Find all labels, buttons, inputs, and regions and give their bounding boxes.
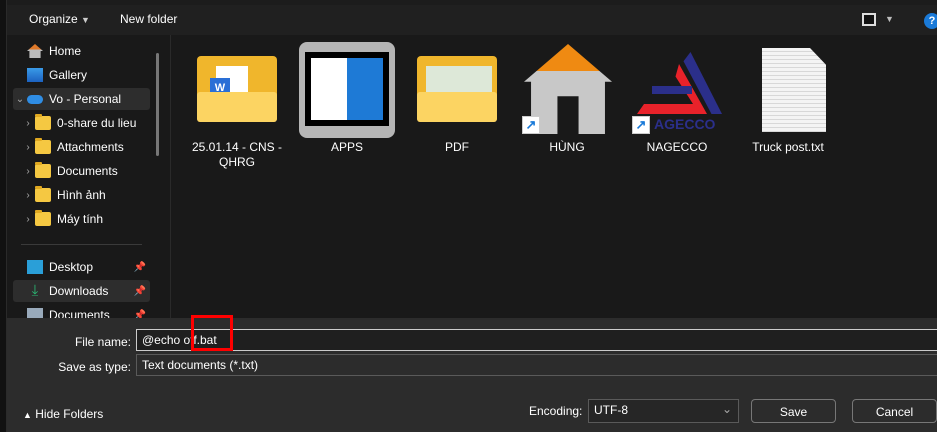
sidebar-item-label: Hình ảnh bbox=[57, 188, 106, 202]
chevron-right-icon: › bbox=[26, 117, 30, 129]
file-name: HÙNG bbox=[549, 140, 585, 154]
separator bbox=[21, 244, 142, 245]
chevron-right-icon: › bbox=[26, 141, 30, 153]
sidebar-item-label: Gallery bbox=[49, 68, 88, 82]
shortcut-arrow-icon: ↗ bbox=[632, 116, 650, 134]
encoding-label: Encoding: bbox=[529, 404, 583, 418]
help-icon[interactable]: ? bbox=[924, 13, 937, 29]
chevron-up-icon: ▲ bbox=[23, 410, 32, 420]
file-item[interactable]: APPS bbox=[295, 42, 399, 155]
sidebar-item-label: Documents bbox=[57, 164, 118, 178]
folder-icon bbox=[35, 138, 51, 154]
sidebar-item-folder[interactable]: › Attachments bbox=[21, 136, 158, 158]
sidebar-scrollbar[interactable] bbox=[156, 53, 159, 156]
sidebar-item-folder[interactable]: › Documents bbox=[21, 160, 158, 182]
sidebar-item-label: Downloads bbox=[49, 284, 109, 298]
save-type-select[interactable]: Text documents (*.txt) bbox=[136, 354, 937, 376]
sidebar-item-folder[interactable]: › Máy tính bbox=[21, 208, 158, 230]
sidebar-item-onedrive[interactable]: ⌄ Vo - Personal bbox=[13, 88, 150, 110]
save-button[interactable]: Save bbox=[751, 399, 836, 423]
hide-folders-label: Hide Folders bbox=[35, 407, 104, 421]
encoding-select[interactable]: UTF-8 ⌄ bbox=[588, 399, 739, 423]
view-options-caret-icon[interactable]: ▼ bbox=[885, 14, 894, 24]
download-icon: ⤓ bbox=[31, 282, 39, 299]
cloud-icon bbox=[27, 94, 43, 104]
chevron-right-icon: › bbox=[26, 189, 30, 201]
sidebar-item-home[interactable]: Home bbox=[13, 40, 150, 62]
save-panel: File name: @echo off.bat Save as type: T… bbox=[7, 315, 937, 432]
text-file-icon bbox=[743, 44, 833, 134]
sidebar-item-desktop[interactable]: Desktop 📌 bbox=[13, 256, 150, 278]
file-item[interactable]: Truck post.txt bbox=[736, 44, 840, 155]
gallery-icon bbox=[27, 68, 43, 82]
nagecco-logo-icon: AGECCO ↗ bbox=[632, 44, 722, 134]
file-name: NAGECCO bbox=[646, 140, 708, 154]
window-edge bbox=[0, 0, 7, 432]
sidebar-item-label: Home bbox=[49, 44, 82, 58]
file-name-input[interactable]: @echo off.bat bbox=[136, 329, 937, 351]
folder-icon bbox=[35, 162, 51, 178]
chevron-down-icon: ⌄ bbox=[15, 93, 25, 105]
folder-icon bbox=[35, 186, 51, 202]
chevron-right-icon: › bbox=[26, 165, 30, 177]
folder-icon bbox=[35, 210, 51, 226]
home-icon bbox=[27, 44, 43, 58]
folder-icon: W bbox=[192, 44, 282, 134]
folder-icon bbox=[412, 44, 502, 134]
sidebar-item-label: Vo - Personal bbox=[49, 92, 122, 106]
home-shortcut-icon: ↗ bbox=[522, 44, 612, 134]
save-type-value: Text documents (*.txt) bbox=[142, 358, 259, 372]
caret-down-icon: ▼ bbox=[81, 15, 90, 25]
folder-icon bbox=[35, 114, 51, 130]
sidebar-item-downloads[interactable]: ⤓ Downloads 📌 bbox=[13, 280, 150, 302]
highlight-box bbox=[191, 315, 233, 351]
sidebar-item-label: Máy tính bbox=[57, 212, 104, 226]
sidebar-item-label: Attachments bbox=[57, 140, 124, 154]
file-name: Truck post.txt bbox=[752, 140, 824, 154]
sidebar-item-label: 0-share du lieu bbox=[57, 116, 137, 130]
view-mode-icon[interactable] bbox=[862, 13, 876, 26]
chevron-down-icon: ⌄ bbox=[721, 402, 732, 416]
file-item[interactable]: PDF bbox=[405, 44, 509, 155]
chevron-right-icon: › bbox=[26, 213, 30, 225]
file-name-label: File name: bbox=[74, 335, 131, 349]
sidebar-item-label: Desktop bbox=[49, 260, 94, 274]
file-name: 25.01.14 - CNS - QHRG bbox=[191, 140, 283, 169]
sidebar-item-folder[interactable]: › Hình ảnh bbox=[21, 184, 158, 206]
organize-label: Organize bbox=[29, 12, 78, 26]
file-name: PDF bbox=[445, 140, 469, 154]
pane-divider[interactable] bbox=[170, 35, 171, 318]
new-folder-button[interactable]: New folder bbox=[120, 12, 177, 26]
organize-button[interactable]: Organize ▼ bbox=[29, 12, 90, 26]
cancel-button[interactable]: Cancel bbox=[852, 399, 937, 423]
shortcut-arrow-icon: ↗ bbox=[522, 116, 540, 134]
file-name: APPS bbox=[330, 140, 363, 154]
file-item[interactable]: ↗ HÙNG bbox=[515, 44, 619, 155]
sidebar-item-gallery[interactable]: Gallery bbox=[13, 64, 150, 86]
app-icon bbox=[299, 42, 395, 138]
logo-text: AGECCO bbox=[654, 116, 716, 132]
pin-icon[interactable]: 📌 bbox=[134, 262, 146, 273]
encoding-value: UTF-8 bbox=[594, 403, 628, 417]
sidebar-item-folder[interactable]: › 0-share du lieu bbox=[21, 112, 158, 134]
desktop-icon bbox=[27, 260, 43, 274]
file-item[interactable]: AGECCO ↗ NAGECCO bbox=[625, 44, 729, 155]
pin-icon[interactable]: 📌 bbox=[134, 286, 146, 297]
save-type-label: Save as type: bbox=[58, 360, 131, 374]
hide-folders-button[interactable]: ▲ Hide Folders bbox=[23, 407, 103, 421]
toolbar: Organize ▼ New folder ▼ ? bbox=[7, 5, 937, 35]
file-item[interactable]: W 25.01.14 - CNS - QHRG bbox=[185, 44, 289, 170]
navigation-pane: Home Gallery ⌄ Vo - Personal › 0-share du … bbox=[7, 35, 167, 322]
